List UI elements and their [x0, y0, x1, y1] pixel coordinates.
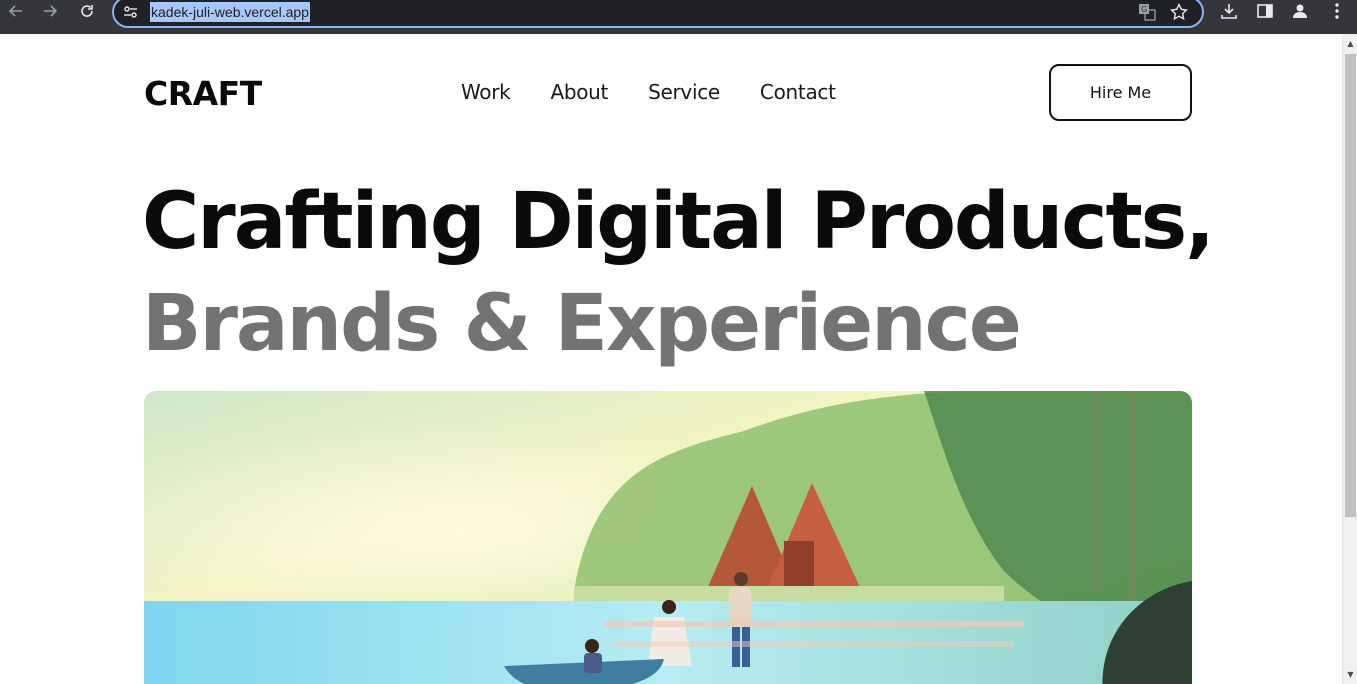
main-nav: Work About Service Contact	[461, 80, 836, 104]
download-icon[interactable]	[1218, 0, 1240, 22]
site-settings-icon[interactable]	[122, 3, 140, 21]
address-bar[interactable]: kadek-juli-web.vercel.app G	[112, 0, 1204, 28]
scroll-up-arrow-icon[interactable]: ▲	[1343, 36, 1357, 51]
headline-line-2: Brands & Experience	[142, 279, 1022, 369]
site-logo[interactable]: CRAFT	[144, 74, 262, 113]
url-text[interactable]: kadek-juli-web.vercel.app	[150, 2, 310, 22]
headline-line-1: Crafting Digital Products,	[142, 177, 1215, 267]
browser-toolbar: kadek-juli-web.vercel.app G	[0, 0, 1357, 34]
scroll-down-arrow-icon[interactable]: ▼	[1343, 667, 1357, 682]
translate-icon[interactable]: G	[1136, 2, 1158, 22]
side-panel-icon[interactable]	[1254, 0, 1276, 22]
kebab-menu-icon[interactable]	[1326, 0, 1348, 22]
nav-link-work[interactable]: Work	[461, 80, 511, 104]
nav-link-about[interactable]: About	[550, 80, 608, 104]
nav-link-service[interactable]: Service	[648, 80, 720, 104]
hero-illustration	[144, 391, 1192, 684]
svg-text:G: G	[1141, 5, 1147, 14]
scrollbar-thumb[interactable]	[1345, 54, 1356, 517]
hire-me-button[interactable]: Hire Me	[1049, 64, 1192, 121]
reload-icon[interactable]	[73, 0, 101, 22]
star-icon[interactable]	[1168, 2, 1190, 22]
page-scrollbar[interactable]: ▲ ▼	[1342, 34, 1357, 684]
back-arrow-icon[interactable]	[2, 0, 30, 22]
profile-icon[interactable]	[1289, 0, 1311, 22]
nav-link-contact[interactable]: Contact	[760, 80, 836, 104]
forward-arrow-icon[interactable]	[36, 0, 64, 22]
web-page: CRAFT Work About Service Contact Hire Me…	[0, 34, 1342, 684]
